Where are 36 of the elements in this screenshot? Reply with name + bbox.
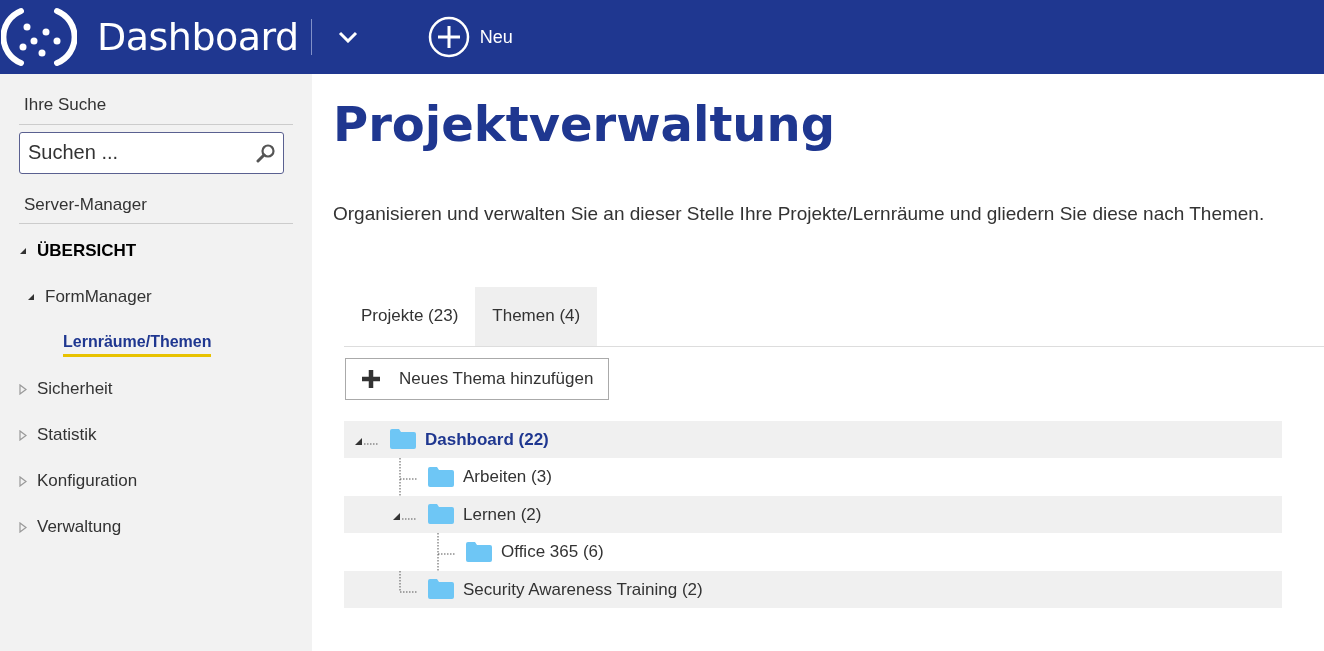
plus-circle-icon <box>427 16 470 58</box>
search-icon[interactable] <box>256 142 276 163</box>
folder-icon <box>428 504 454 525</box>
add-topic-button[interactable]: Neues Thema hinzufügen <box>345 357 610 400</box>
tree-node-label[interactable]: Dashboard (22) <box>425 426 549 452</box>
logo-icon <box>1 5 77 69</box>
nav-item[interactable]: Konfiguration <box>37 468 138 494</box>
folder-icon <box>428 579 454 600</box>
tree-node-label[interactable]: Office 365 (6) <box>501 539 604 565</box>
plus-icon <box>361 368 381 389</box>
collapse-icon[interactable] <box>27 293 35 301</box>
nav-item[interactable]: ÜBERSICHT <box>37 238 137 264</box>
folder-icon <box>466 541 492 562</box>
tab[interactable]: Themen (4) <box>475 286 598 346</box>
tree-node-label[interactable]: Arbeiten (3) <box>463 464 552 490</box>
tree-connector <box>399 458 417 496</box>
nav-item[interactable]: Statistik <box>37 422 97 448</box>
tree-node-label[interactable]: Lernen (2) <box>463 501 542 527</box>
folder-icon <box>428 466 454 487</box>
tree-connector <box>437 533 455 571</box>
page-title: Projektverwaltung <box>333 95 837 154</box>
nav-item[interactable]: Verwaltung <box>37 514 122 540</box>
new-button[interactable]: Neu <box>427 16 513 58</box>
app-title[interactable]: Dashboard <box>97 8 299 66</box>
tree-node-label[interactable]: Security Awareness Training (2) <box>463 576 703 602</box>
nav-item[interactable]: FormManager <box>45 284 152 310</box>
nav-item[interactable]: Sicherheit <box>37 376 113 402</box>
page-description: Organisieren und verwalten Sie an dieser Stelle Ihre Projekte/Lernräume und gliedern Sie diese nach Themen. <box>333 202 1266 226</box>
folder-icon <box>390 429 416 450</box>
search-label: Ihre Suche <box>24 95 107 114</box>
tree-connector <box>399 570 417 593</box>
collapse-icon[interactable] <box>19 247 27 255</box>
search-field[interactable]: Suchen ... <box>19 131 284 174</box>
nav-item[interactable]: Lernräume/Themen <box>63 329 212 357</box>
chevron-down-icon[interactable] <box>337 31 358 43</box>
section-label: Server-Manager <box>24 194 147 214</box>
